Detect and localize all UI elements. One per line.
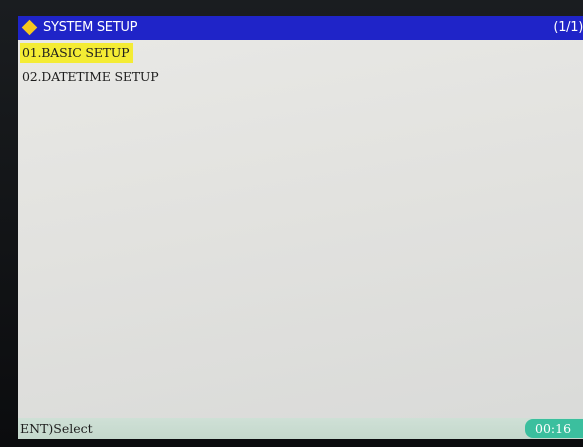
menu-item-basic-setup[interactable]: 01.BASIC SETUP xyxy=(20,43,134,63)
screen-title: SYSTEM SETUP xyxy=(43,20,138,35)
lcd-screen: SYSTEM SETUP (1/1) 01.BASIC SETUP 02.DAT… xyxy=(18,16,583,439)
clock: 00:16 xyxy=(525,419,583,438)
page-indicator: (1/1) xyxy=(553,20,583,35)
status-bar: ENT)Select 00:16 xyxy=(18,418,583,439)
device-bezel: SYSTEM SETUP (1/1) 01.BASIC SETUP 02.DAT… xyxy=(0,0,583,447)
title-bar: SYSTEM SETUP (1/1) xyxy=(18,16,583,40)
diamond-icon xyxy=(21,19,38,36)
menu-item-datetime-setup[interactable]: 02.DATETIME SETUP xyxy=(20,67,162,87)
key-hint: ENT)Select xyxy=(20,421,93,436)
